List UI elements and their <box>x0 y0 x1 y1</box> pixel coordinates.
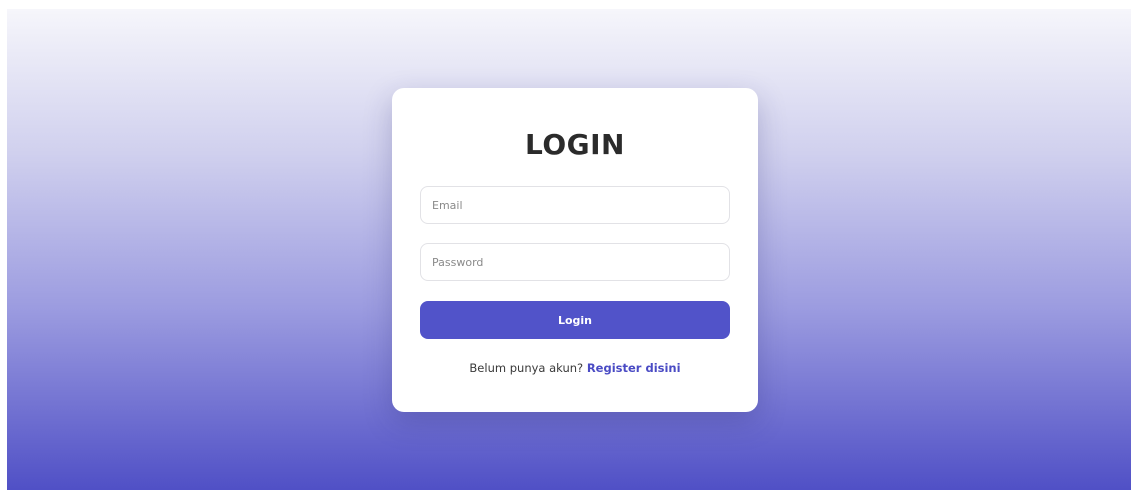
register-link[interactable]: Register disini <box>587 361 681 375</box>
login-card: LOGIN Login Belum punya akun? Register d… <box>392 88 758 412</box>
email-input[interactable] <box>420 186 730 224</box>
register-prompt-text: Belum punya akun? <box>469 361 584 375</box>
password-input[interactable] <box>420 243 730 281</box>
page-title: LOGIN <box>525 128 625 161</box>
page-background: LOGIN Login Belum punya akun? Register d… <box>7 9 1131 490</box>
register-prompt-line: Belum punya akun? Register disini <box>392 361 758 375</box>
login-button[interactable]: Login <box>420 301 730 339</box>
